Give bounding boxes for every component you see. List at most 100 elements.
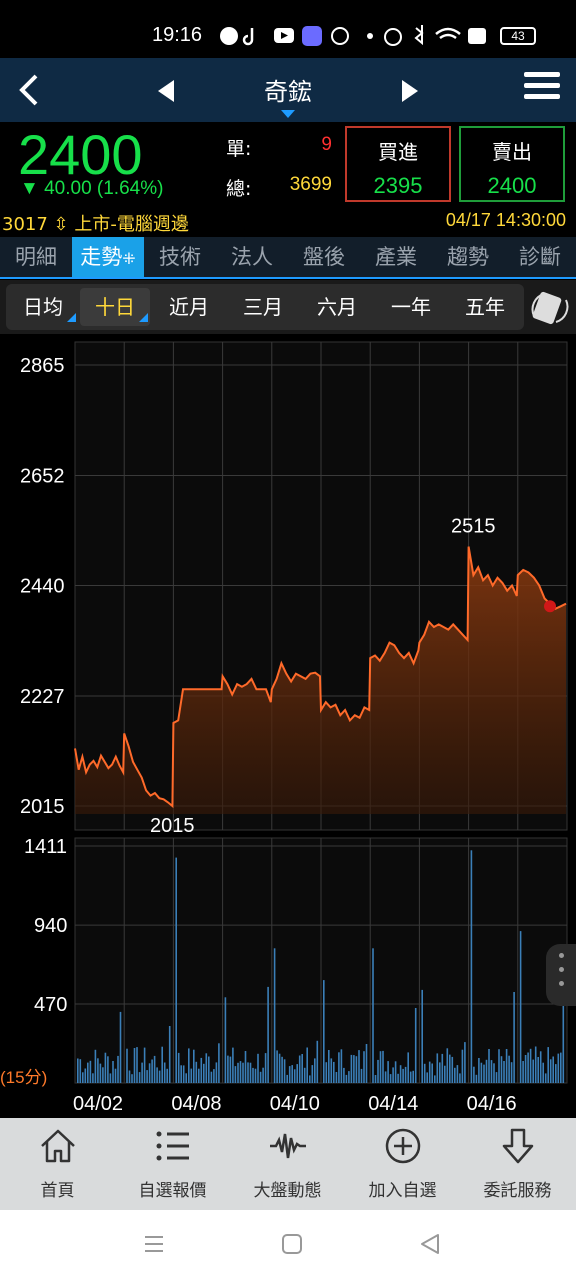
volume-bar [456, 1065, 459, 1083]
tab-diagnosis[interactable]: 診斷 [504, 237, 576, 277]
volume-bar [451, 1056, 454, 1083]
buy-button[interactable]: 買進 2395 [345, 126, 451, 202]
volume-bar [264, 1053, 267, 1083]
volume-bar [293, 1069, 296, 1083]
volume-bar [87, 1062, 89, 1083]
volume-bar [522, 1061, 524, 1083]
volume-bar [412, 1070, 414, 1083]
tab-details[interactable]: 明細 [0, 237, 72, 277]
price-y-tick-label: 2227 [20, 686, 65, 708]
next-stock-icon[interactable] [394, 76, 424, 106]
volume-bar [89, 1060, 92, 1083]
volume-bar [402, 1068, 404, 1083]
x-icon [468, 28, 486, 44]
volume-bar [345, 1074, 348, 1083]
volume-bar [107, 1056, 109, 1083]
back-icon[interactable] [10, 68, 50, 112]
volume-bar [384, 1071, 387, 1083]
tab-institutional[interactable]: 法人 [216, 237, 288, 277]
alarm-icon [384, 28, 402, 46]
nav-home-label: 首頁 [40, 1181, 75, 1201]
range-group: 日均 十日 近月 三月 六月 一年 五年 [6, 284, 524, 330]
stock-code-number: 3017 [2, 214, 48, 235]
volume-bar [444, 1065, 446, 1083]
tab-after-hours[interactable]: 盤後 [288, 237, 360, 277]
range-five-years[interactable]: 五年 [450, 288, 520, 326]
volume-bar [510, 1062, 513, 1083]
volume-bar [242, 1062, 244, 1083]
range-month[interactable]: 近月 [154, 288, 224, 326]
volume-bar [421, 989, 423, 1083]
volume-bar [254, 1068, 257, 1083]
nav-home[interactable]: 首頁 [0, 1118, 115, 1210]
volume-bar [557, 1053, 560, 1083]
volume-bar [249, 1062, 252, 1083]
nav-market[interactable]: 大盤動態 [230, 1118, 345, 1210]
volume-bar [193, 1049, 195, 1083]
range-three-months[interactable]: 三月 [228, 288, 298, 326]
volume-bar [200, 1057, 203, 1083]
volume-bar [143, 1047, 146, 1083]
volume-bar [232, 1047, 234, 1083]
volume-bar [470, 850, 473, 1084]
trend-chart[interactable]: 2865 2652 2440 2227 2015 2515 2015 1411 940 470 (1… [0, 334, 576, 1118]
previous-stock-icon[interactable] [152, 76, 182, 106]
order-icon [502, 1128, 533, 1164]
sell-button[interactable]: 賣出 2400 [459, 126, 565, 202]
volume-bar [298, 1055, 301, 1083]
volume-bar [153, 1055, 156, 1083]
volume-bar [247, 1062, 249, 1083]
sell-price: 2400 [487, 173, 537, 198]
range-ten-days[interactable]: 十日 [80, 288, 150, 326]
range-one-year[interactable]: 一年 [376, 288, 446, 326]
back-button-icon[interactable] [418, 1232, 442, 1256]
app-icon [302, 26, 322, 46]
price-y-tick-label: 2440 [20, 576, 65, 598]
function-tabs: 明細 走勢⁜ 技術 法人 盤後 產業 趨勢 診斷 [0, 237, 576, 279]
add-circle-icon [385, 1128, 420, 1164]
volume-bar [119, 1011, 122, 1083]
range-daily-avg[interactable]: 日均 [8, 288, 78, 326]
volume-bar [190, 1068, 193, 1083]
volume-bar [208, 1056, 210, 1083]
dropdown-corner-icon [139, 313, 148, 322]
volume-bar [480, 1062, 483, 1083]
nav-watchlist[interactable]: 自選報價 [115, 1118, 230, 1210]
tab-technical[interactable]: 技術 [144, 237, 216, 277]
volume-bar [213, 1069, 215, 1083]
volume-bar [227, 1055, 229, 1083]
stock-name-title[interactable]: 奇鋐 [208, 72, 368, 107]
volume-bar [355, 1056, 358, 1083]
nav-order-service[interactable]: 委託服務 [460, 1118, 575, 1210]
battery-indicator: 43 [500, 27, 536, 45]
volume-bar [340, 1049, 343, 1083]
volume-bar [532, 1059, 534, 1083]
menu-icon[interactable] [524, 72, 560, 108]
high-price-label: 2515 [451, 516, 496, 538]
range-six-months[interactable]: 六月 [302, 288, 372, 326]
x-tick-label: 04/10 [270, 1093, 320, 1115]
recent-apps-icon[interactable] [142, 1232, 166, 1256]
nav-add-watchlist[interactable]: 加入自選 [345, 1118, 460, 1210]
volume-bar [343, 1067, 345, 1083]
rotate-screen-icon[interactable] [530, 288, 570, 328]
volume-bar [205, 1053, 208, 1083]
tab-industry[interactable]: 產業 [360, 237, 432, 277]
volume-bar [84, 1068, 87, 1083]
volume-y-tick-label: 1411 [24, 836, 67, 858]
volume-bar [529, 1048, 532, 1083]
home-button-icon[interactable] [280, 1232, 304, 1256]
volume-bar [503, 1061, 505, 1083]
tiktok-icon [242, 28, 254, 46]
range-selector: 日均 十日 近月 三月 六月 一年 五年 [0, 280, 576, 334]
side-panel-handle[interactable] [546, 944, 576, 1006]
volume-bar [423, 1063, 426, 1083]
pulse-icon [269, 1133, 306, 1159]
bluetooth-icon [414, 25, 424, 46]
volume-bar [278, 1053, 281, 1083]
line-icon [220, 27, 238, 45]
volume-bar [537, 1057, 539, 1083]
tab-trend[interactable]: 走勢⁜ [72, 237, 144, 277]
tab-trends[interactable]: 趨勢 [432, 237, 504, 277]
volume-bar [203, 1063, 205, 1083]
